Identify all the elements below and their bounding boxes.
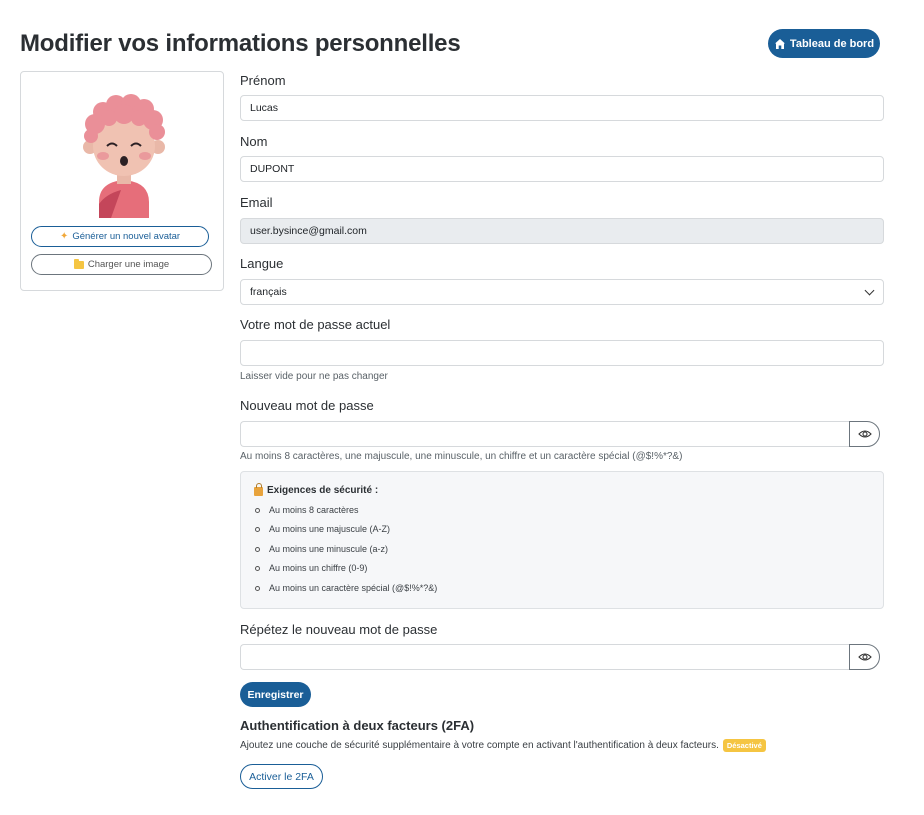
requirement-item: Au moins une minuscule (a-z) <box>255 544 388 554</box>
twofa-title: Authentification à deux facteurs (2FA) <box>240 718 475 733</box>
dashboard-button[interactable]: Tableau de bord <box>768 29 880 58</box>
firstname-label: Prénom <box>240 73 286 88</box>
upload-image-button[interactable]: Charger une image <box>31 254 212 275</box>
language-label: Langue <box>240 256 284 271</box>
lock-icon <box>254 483 263 496</box>
requirement-text: Au moins une minuscule (a-z) <box>269 544 389 554</box>
firstname-input[interactable]: Lucas <box>240 95 884 121</box>
eye-icon <box>857 653 872 661</box>
upload-image-label: Charger une image <box>87 259 170 270</box>
new-password-group <box>240 421 880 447</box>
sparkle-icon: ✦ <box>59 231 69 242</box>
security-requirements: Exigences de sécurité : Au moins 8 carac… <box>240 471 884 609</box>
lastname-input[interactable]: DUPONT <box>240 156 884 182</box>
requirement-text: Au moins 8 caractères <box>269 505 359 515</box>
bullet-icon <box>255 585 260 591</box>
email-label: Email <box>240 195 273 210</box>
lastname-value: DUPONT <box>250 163 295 175</box>
email-input: user.bysince@gmail.com <box>240 218 884 244</box>
language-value: français <box>250 286 287 298</box>
generate-avatar-button[interactable]: ✦ Générer un nouvel avatar <box>31 226 209 247</box>
bullet-icon <box>255 565 260 571</box>
avatar-card: ✦ Générer un nouvel avatar Charger une i… <box>20 71 224 291</box>
chevron-down-icon <box>864 285 875 295</box>
repeat-password-group <box>240 644 880 670</box>
generate-avatar-label: Générer un nouvel avatar <box>72 231 181 242</box>
dashboard-button-label: Tableau de bord <box>789 37 875 50</box>
email-value: user.bysince@gmail.com <box>250 225 367 237</box>
repeat-password-input[interactable] <box>240 644 849 670</box>
current-password-input[interactable] <box>240 340 884 366</box>
requirement-text: Au moins un caractère spécial (@$!%*?&) <box>269 583 438 593</box>
toggle-repeat-password-button[interactable] <box>849 644 880 670</box>
status-badge: Désactivé <box>722 739 766 752</box>
requirements-title: Exigences de sécurité : <box>254 483 379 496</box>
new-password-input[interactable] <box>240 421 849 447</box>
folder-icon <box>73 258 84 269</box>
eye-icon <box>857 430 872 438</box>
repeat-password-label: Répétez le nouveau mot de passe <box>240 622 438 637</box>
requirement-item: Au moins un caractère spécial (@$!%*?&) <box>255 583 437 593</box>
avatar-image <box>83 94 165 218</box>
requirement-text: Au moins une majuscule (A-Z) <box>269 524 391 534</box>
page-title: Modifier vos informations personnelles <box>20 30 461 57</box>
toggle-new-password-button[interactable] <box>849 421 880 447</box>
requirement-item: Au moins un chiffre (0-9) <box>255 563 367 573</box>
current-password-help: Laisser vide pour ne pas changer <box>240 371 388 382</box>
requirements-title-text: Exigences de sécurité : <box>267 484 379 496</box>
new-password-label: Nouveau mot de passe <box>240 398 374 413</box>
requirement-text: Au moins un chiffre (0-9) <box>269 563 368 573</box>
language-select[interactable]: français <box>240 279 884 305</box>
requirement-item: Au moins 8 caractères <box>255 505 359 515</box>
new-password-help: Au moins 8 caractères, une majuscule, un… <box>240 451 683 462</box>
bullet-icon <box>255 507 260 513</box>
firstname-value: Lucas <box>250 102 279 114</box>
current-password-label: Votre mot de passe actuel <box>240 317 391 332</box>
twofa-description-text: Ajoutez une couche de sécurité supplémen… <box>240 740 719 751</box>
activate-2fa-button[interactable]: Activer le 2FA <box>240 764 323 789</box>
twofa-description: Ajoutez une couche de sécurité supplémen… <box>240 739 766 752</box>
save-button[interactable]: Enregistrer <box>240 682 311 707</box>
home-icon <box>774 38 785 49</box>
requirement-item: Au moins une majuscule (A-Z) <box>255 524 390 534</box>
bullet-icon <box>255 526 260 532</box>
bullet-icon <box>255 546 260 552</box>
lastname-label: Nom <box>240 134 268 149</box>
